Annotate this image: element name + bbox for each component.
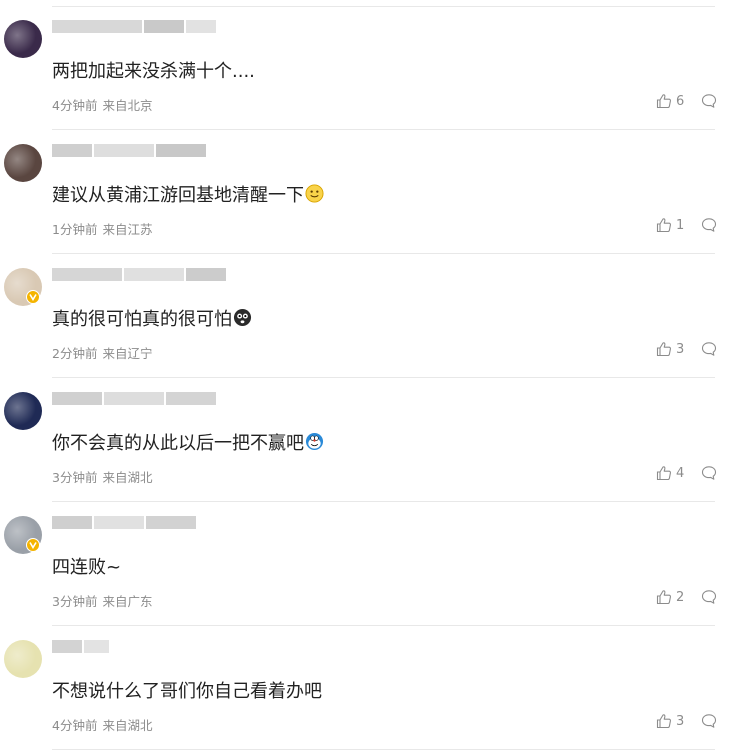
- comment-meta: 3分钟前 来自湖北: [52, 467, 152, 486]
- like-count: 4: [676, 465, 685, 481]
- doraemon-emoji: [305, 432, 324, 451]
- comment-text: 你不会真的从此以后一把不赢吧: [52, 432, 324, 456]
- comment-text: 四连败~: [52, 556, 121, 580]
- comment-location: 来自江苏: [102, 222, 153, 237]
- like-button[interactable]: 3: [656, 340, 684, 358]
- like-button[interactable]: 1: [656, 216, 684, 234]
- comment-location: 来自北京: [102, 98, 153, 113]
- comment-location: 来自辽宁: [102, 346, 153, 361]
- thumbs-up-icon: [656, 714, 671, 729]
- like-button[interactable]: 2: [656, 588, 684, 606]
- comment-body: 四连败~: [52, 557, 122, 578]
- like-count: 3: [676, 341, 685, 357]
- like-count: 1: [676, 217, 685, 233]
- comment-text: 建议从黄浦江游回基地清醒一下: [52, 184, 324, 208]
- like-button[interactable]: 3: [656, 712, 684, 730]
- comment-body: 真的很可怕真的很可怕: [52, 309, 232, 330]
- avatar[interactable]: [4, 144, 42, 182]
- like-count: 3: [676, 713, 685, 729]
- reply-comment-icon[interactable]: [701, 93, 717, 109]
- comment-text: 两把加起来没杀满十个....: [52, 60, 255, 84]
- comment-body: 你不会真的从此以后一把不赢吧: [52, 433, 304, 454]
- comment-text: 不想说什么了哥们你自己看着办吧: [52, 680, 322, 704]
- comment-location: 来自广东: [102, 594, 153, 609]
- comment-body: 建议从黄浦江游回基地清醒一下: [52, 185, 304, 206]
- comment-item: 建议从黄浦江游回基地清醒一下 1分钟前 来自江苏 1: [0, 130, 730, 254]
- divider: [52, 749, 715, 750]
- like-count: 2: [676, 589, 685, 605]
- thumbs-up-icon: [656, 590, 671, 605]
- comment-time: 1分钟前: [52, 222, 98, 237]
- comment-time: 3分钟前: [52, 470, 98, 485]
- avatar[interactable]: [4, 640, 42, 678]
- like-button[interactable]: 4: [656, 464, 684, 482]
- verified-badge-icon: [26, 290, 40, 304]
- comment-time: 3分钟前: [52, 594, 98, 609]
- verified-badge-icon: [26, 538, 40, 552]
- comment-meta: 2分钟前 来自辽宁: [52, 343, 152, 362]
- reply-comment-icon[interactable]: [701, 217, 717, 233]
- username-blurred[interactable]: [52, 638, 152, 656]
- comment-time: 2分钟前: [52, 346, 98, 361]
- comment-text: 真的很可怕真的很可怕: [52, 308, 252, 332]
- comment-location: 来自湖北: [102, 470, 153, 485]
- comment-body: 不想说什么了哥们你自己看着办吧: [52, 681, 322, 702]
- comment-meta: 1分钟前 来自江苏: [52, 219, 152, 238]
- comment-time: 4分钟前: [52, 98, 98, 113]
- thumbs-up-icon: [656, 342, 671, 357]
- like-button[interactable]: 6: [656, 92, 684, 110]
- reply-comment-icon[interactable]: [701, 465, 717, 481]
- comment-body: 两把加起来没杀满十个....: [52, 61, 255, 82]
- thumbs-up-icon: [656, 466, 671, 481]
- username-blurred[interactable]: [52, 390, 216, 408]
- smile-emoji: [305, 184, 324, 203]
- like-count: 6: [676, 93, 685, 109]
- reply-comment-icon[interactable]: [701, 341, 717, 357]
- comment-time: 4分钟前: [52, 718, 98, 733]
- scared-emoji: [233, 308, 252, 327]
- comment-meta: 4分钟前 来自湖北: [52, 715, 152, 734]
- comment-meta: 3分钟前 来自广东: [52, 591, 152, 610]
- username-blurred[interactable]: [52, 514, 196, 532]
- thumbs-up-icon: [656, 218, 671, 233]
- thumbs-up-icon: [656, 94, 671, 109]
- avatar[interactable]: [4, 392, 42, 430]
- reply-comment-icon[interactable]: [701, 713, 717, 729]
- username-blurred[interactable]: [52, 18, 216, 36]
- comment-location: 来自湖北: [102, 718, 153, 733]
- comment-item: 你不会真的从此以后一把不赢吧 3分钟前 来自湖北 4: [0, 378, 730, 502]
- username-blurred[interactable]: [52, 266, 226, 284]
- avatar[interactable]: [4, 20, 42, 58]
- comment-item: 真的很可怕真的很可怕 2分钟前 来自辽宁 3: [0, 254, 730, 378]
- comment-item: 不想说什么了哥们你自己看着办吧 4分钟前 来自湖北 3: [0, 626, 730, 750]
- comment-meta: 4分钟前 来自北京: [52, 95, 152, 114]
- comment-item: 四连败~ 3分钟前 来自广东 2: [0, 502, 730, 626]
- comment-item: 两把加起来没杀满十个.... 4分钟前 来自北京 6: [0, 6, 730, 130]
- reply-comment-icon[interactable]: [701, 589, 717, 605]
- username-blurred[interactable]: [52, 142, 206, 160]
